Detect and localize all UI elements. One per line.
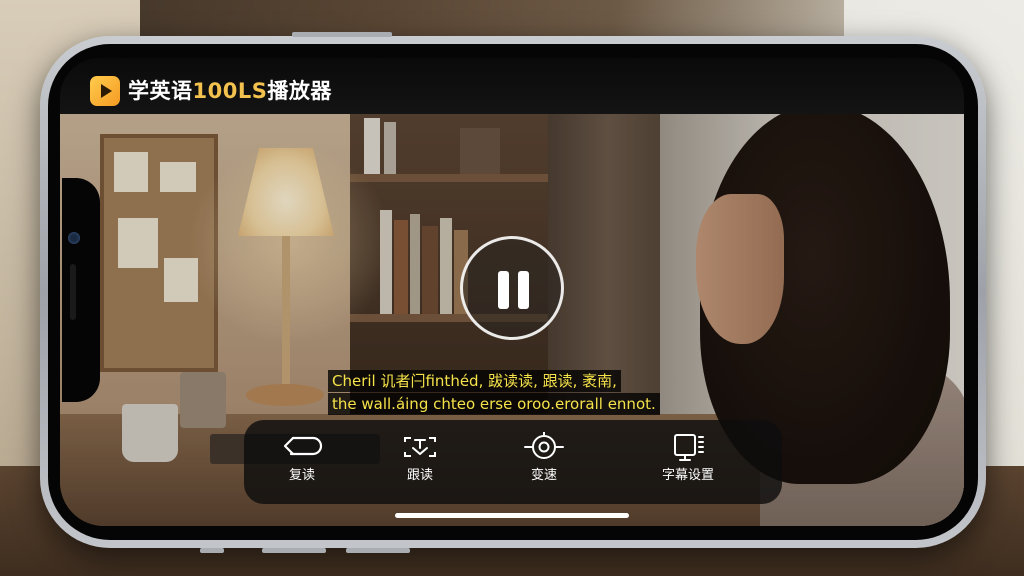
subtitle-settings-icon bbox=[674, 434, 704, 461]
subtitle-line-2: the wall.áing chteo erse oroo.erorall en… bbox=[328, 393, 660, 415]
app-header: 学英语100LS播放器 bbox=[60, 58, 964, 114]
follow-read-button[interactable]: 跟读 bbox=[370, 432, 470, 496]
subtitle-box[interactable]: Cheril 讥者闩finthéd, 跋读读, 跟读, 袤南, the wall… bbox=[328, 370, 698, 416]
phone-screen: 学英语100LS播放器 Cheril 讥者闩finthéd, 跋读读, 跟读, … bbox=[60, 58, 964, 526]
speed-button[interactable]: 变速 bbox=[494, 432, 594, 496]
phone-side-button bbox=[262, 548, 326, 553]
follow-read-icon bbox=[404, 437, 436, 457]
control-panel: 复读 跟读 变速 字幕设置 bbox=[244, 420, 782, 504]
pause-icon bbox=[498, 271, 509, 309]
app-title-accent: 100LS bbox=[192, 79, 268, 103]
app-title-main: 学英语 bbox=[128, 79, 193, 103]
speed-icon bbox=[524, 432, 564, 459]
subtitle-line-1: Cheril 讥者闩finthéd, 跋读读, 跟读, 袤南, bbox=[328, 370, 621, 392]
speed-label: 变速 bbox=[530, 468, 557, 483]
pause-button[interactable] bbox=[460, 236, 564, 340]
photo-scene: 学英语100LS播放器 Cheril 讥者闩finthéd, 跋读读, 跟读, … bbox=[0, 0, 1024, 576]
play-logo-icon bbox=[90, 76, 120, 106]
phone-side-button bbox=[200, 548, 224, 553]
pause-icon bbox=[518, 271, 529, 309]
speaker-grille bbox=[70, 264, 76, 320]
phone-side-button bbox=[346, 548, 410, 553]
repeat-back-icon bbox=[283, 436, 323, 456]
phone-side-button bbox=[292, 32, 392, 37]
subtitle-settings-label: 字幕设置 bbox=[661, 468, 714, 483]
home-indicator[interactable] bbox=[395, 513, 629, 518]
camera-icon bbox=[68, 232, 80, 244]
phone-notch bbox=[62, 178, 100, 402]
app-title: 学英语100LS播放器 bbox=[128, 77, 332, 105]
repeat-button[interactable]: 复读 bbox=[252, 432, 352, 496]
subtitle-settings-button[interactable]: 字幕设置 bbox=[628, 432, 748, 496]
app-title-end: 播放器 bbox=[267, 79, 332, 103]
repeat-label: 复读 bbox=[288, 468, 315, 483]
follow-read-label: 跟读 bbox=[406, 468, 433, 483]
